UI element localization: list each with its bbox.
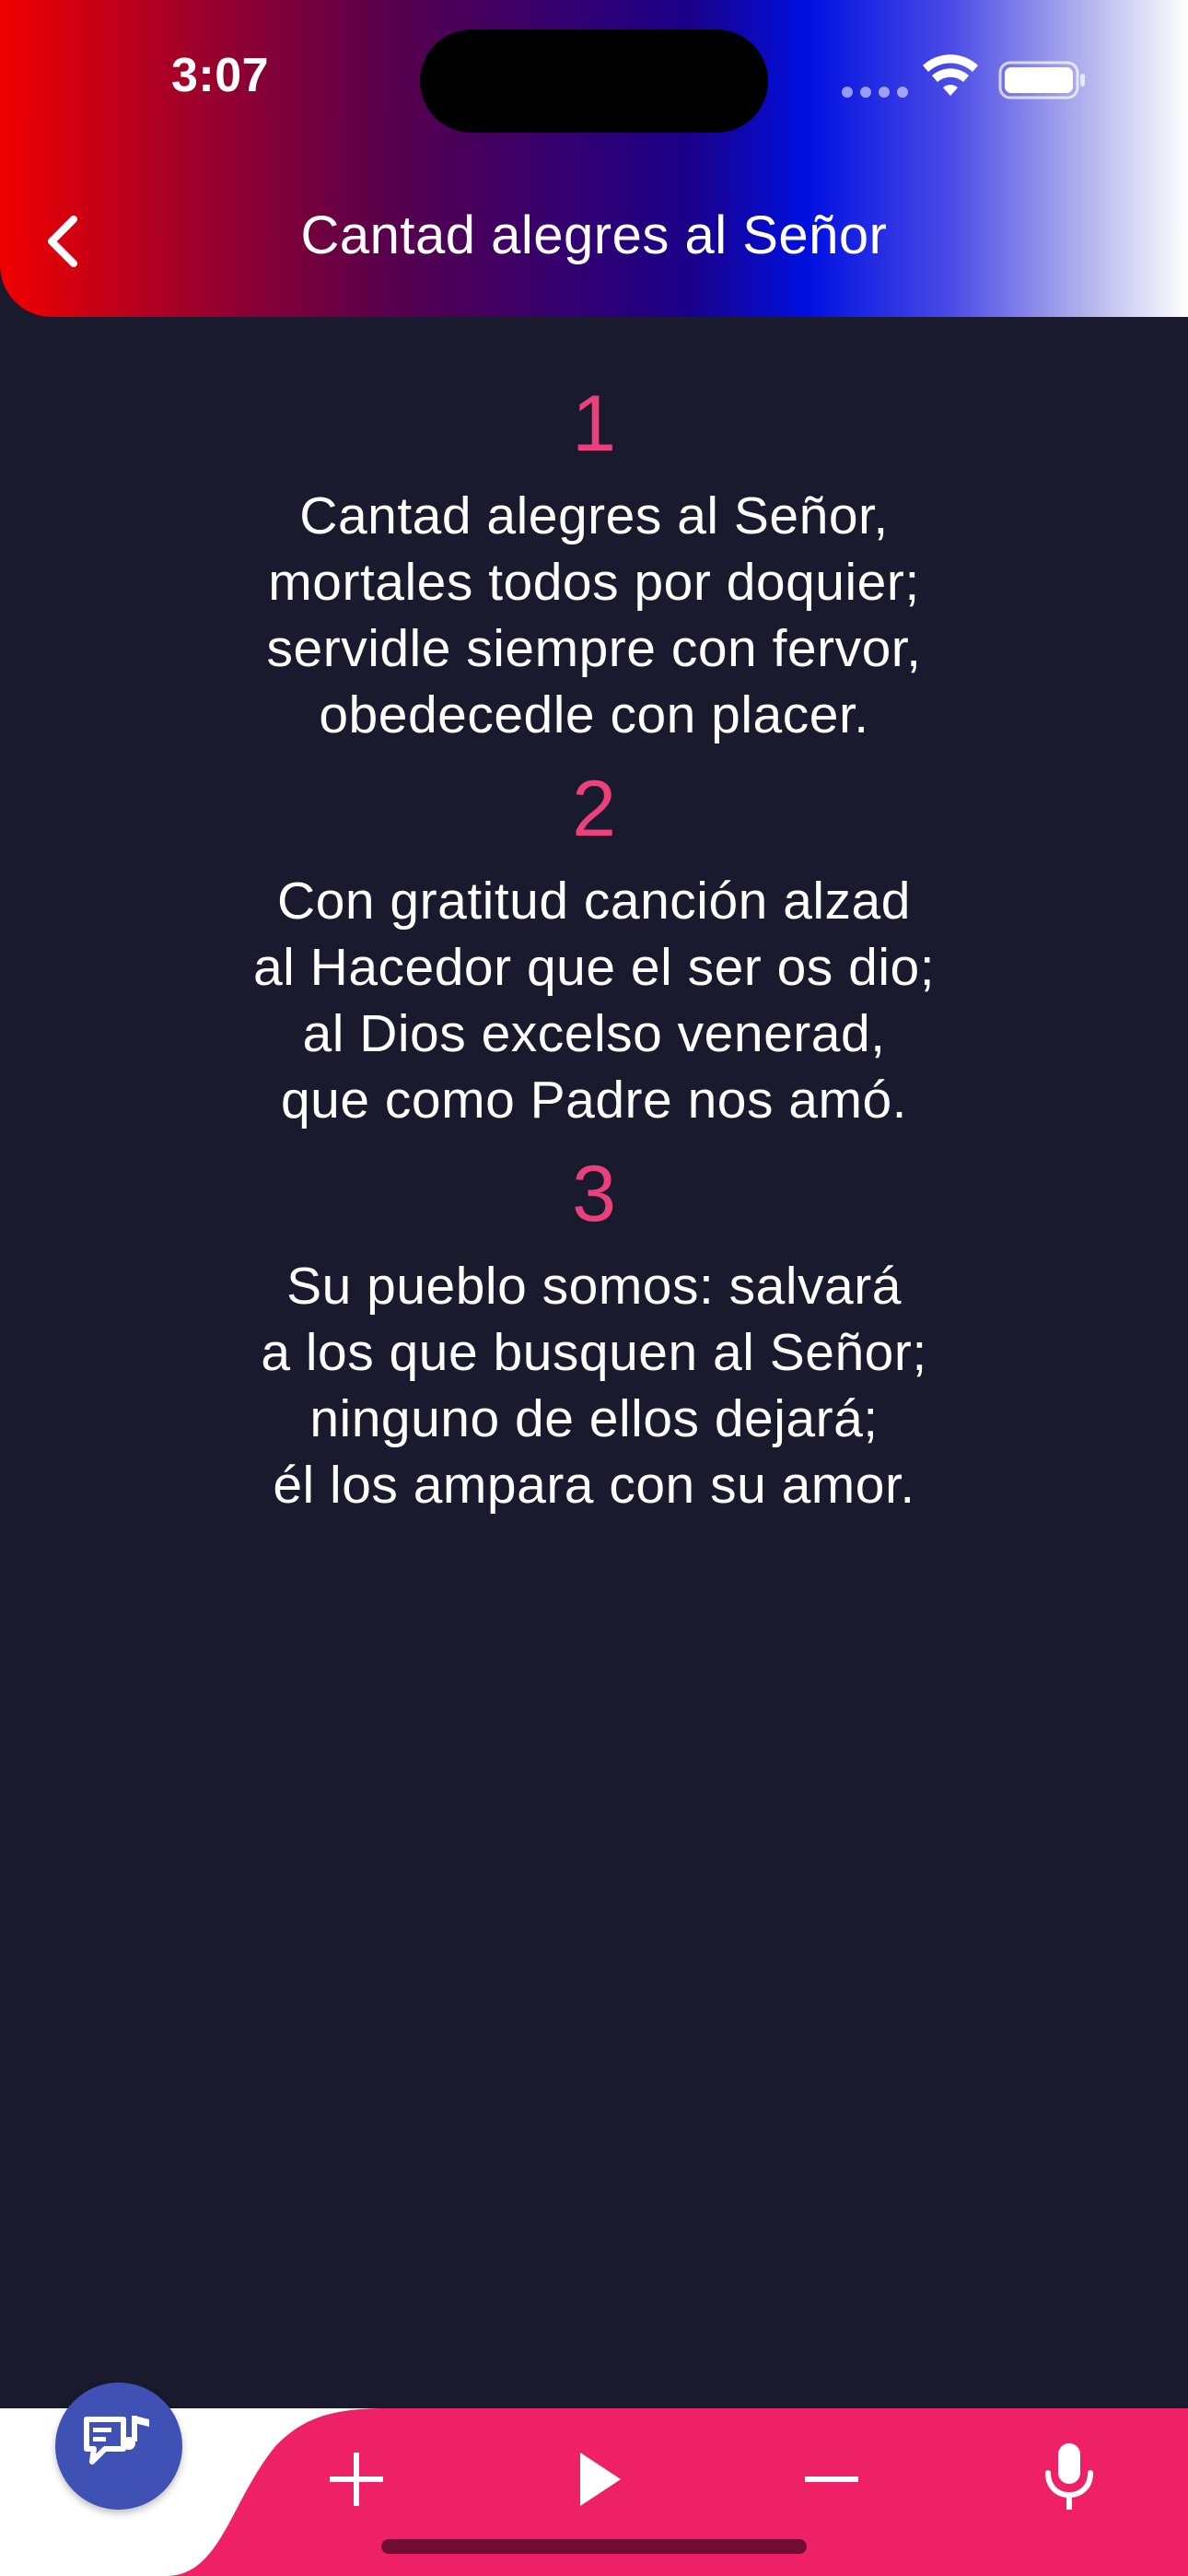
decrease-font-button[interactable] xyxy=(790,2438,873,2521)
app-header: 3:07 Cantad alegres al Señor xyxy=(0,0,1188,317)
home-indicator xyxy=(381,2539,807,2554)
play-icon xyxy=(580,2453,621,2506)
play-button[interactable] xyxy=(556,2438,639,2521)
verse-line: obedecedle con placer. xyxy=(319,685,869,744)
verse-number: 1 xyxy=(572,380,616,468)
plus-icon xyxy=(330,2453,383,2506)
verse-line: ninguno de ellos dejará; xyxy=(309,1389,879,1448)
verse-line: a los que busquen al Señor; xyxy=(261,1323,927,1382)
microphone-button[interactable] xyxy=(1028,2436,1111,2519)
verse-2: 2 Con gratitud canción alzad al Hacedor … xyxy=(0,763,1188,1133)
hymn-lyrics: 1 Cantad alegres al Señor, mortales todo… xyxy=(0,369,1188,1533)
verse-number: 3 xyxy=(572,1150,616,1238)
verse-line: Con gratitud canción alzad xyxy=(277,872,911,931)
increase-font-button[interactable] xyxy=(315,2438,398,2521)
minus-icon xyxy=(805,2476,858,2482)
verse-line: Cantad alegres al Señor, xyxy=(299,486,889,545)
verse-1: 1 Cantad alegres al Señor, mortales todo… xyxy=(0,378,1188,748)
verse-number: 2 xyxy=(572,765,616,853)
back-button[interactable] xyxy=(33,203,92,280)
wifi-icon xyxy=(923,54,978,96)
battery-icon xyxy=(998,61,1085,100)
verse-3: 3 Su pueblo somos: salvará a los que bus… xyxy=(0,1148,1188,1518)
page-title: Cantad alegres al Señor xyxy=(300,205,888,265)
dynamic-island xyxy=(420,29,768,133)
status-time: 3:07 xyxy=(171,49,270,102)
verse-line: él los ampara con su amor. xyxy=(273,1456,915,1515)
verse-line: que como Padre nos amó. xyxy=(280,1071,908,1130)
verse-line: al Hacedor que el ser os dio; xyxy=(252,938,936,997)
cellular-signal-icon xyxy=(842,87,908,98)
verse-line: servidle siempre con fervor, xyxy=(266,619,922,678)
verse-line: mortales todos por doquier; xyxy=(268,553,920,612)
verse-line: Su pueblo somos: salvará xyxy=(286,1257,902,1316)
lyrics-mode-button[interactable] xyxy=(55,2383,182,2510)
verse-line: al Dios excelso venerad, xyxy=(302,1004,886,1063)
microphone-icon xyxy=(1045,2443,1093,2510)
lyrics-music-icon xyxy=(84,2416,149,2465)
